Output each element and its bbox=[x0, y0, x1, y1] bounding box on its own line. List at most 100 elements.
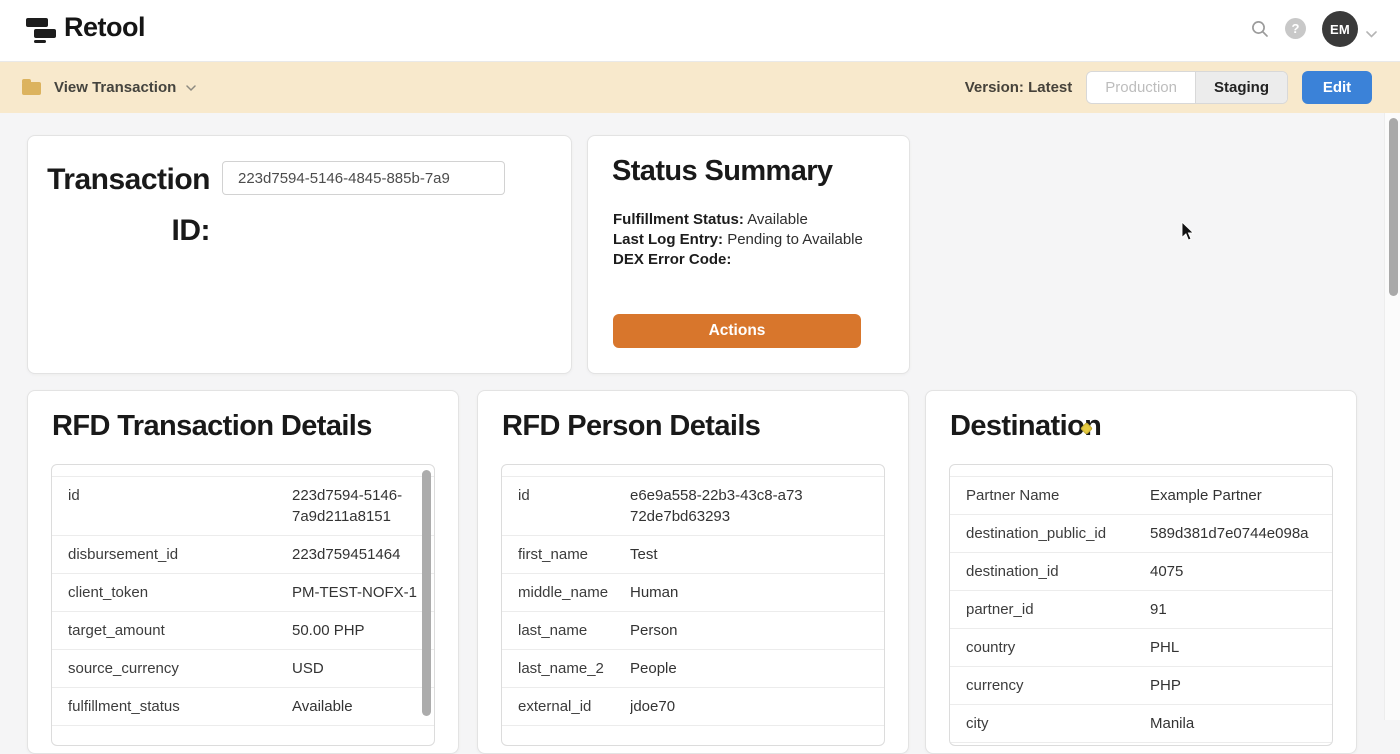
row-value: PHL bbox=[1150, 637, 1332, 658]
status-line: DEX Error Code: bbox=[613, 250, 863, 270]
page-scrollbar[interactable] bbox=[1384, 113, 1400, 720]
row-value: 4075 bbox=[1150, 561, 1332, 582]
table-scrollbar-thumb[interactable] bbox=[422, 470, 431, 716]
table-top-strip bbox=[502, 465, 884, 477]
destination-title: Destination bbox=[950, 410, 1101, 443]
environment-switcher: Production Staging bbox=[1086, 71, 1288, 104]
app-toolbar: View Transaction Version: Latest Product… bbox=[0, 61, 1400, 113]
row-value: e6e9a558-22b3-43c8-a73 72de7bd63293 bbox=[630, 485, 884, 527]
row-key: id bbox=[68, 485, 292, 506]
row-key: Partner Name bbox=[966, 485, 1150, 506]
destination-panel: Destination Partner NameExample Partner … bbox=[925, 390, 1357, 754]
row-value: 50.00 PHP bbox=[292, 620, 434, 641]
status-line: Last Log Entry: Pending to Available bbox=[613, 230, 863, 250]
version-label: Version: Latest bbox=[965, 79, 1073, 96]
account-chevron-down-icon[interactable] bbox=[1366, 25, 1377, 43]
brand-title: Retool bbox=[64, 12, 145, 43]
table-row: id223d7594-5146- 7a9d211a8151 bbox=[52, 477, 434, 536]
transaction-details-table: id223d7594-5146- 7a9d211a8151 disburseme… bbox=[51, 464, 435, 746]
row-key: middle_name bbox=[518, 582, 630, 603]
row-key: client_token bbox=[68, 582, 292, 603]
row-key: disbursement_id bbox=[68, 544, 292, 565]
row-key: city bbox=[966, 713, 1150, 734]
retool-logo-icon bbox=[26, 16, 56, 44]
row-key: target_amount bbox=[68, 620, 292, 641]
row-key: destination_public_id bbox=[966, 523, 1150, 544]
rfd-person-details-panel: RFD Person Details ide6e9a558-22b3-43c8-… bbox=[477, 390, 909, 754]
row-key: external_id bbox=[518, 696, 630, 717]
row-key: partner_id bbox=[966, 599, 1150, 620]
actions-button[interactable]: Actions bbox=[613, 314, 861, 348]
avatar[interactable]: EM bbox=[1322, 11, 1358, 47]
status-value: Available bbox=[747, 211, 808, 228]
mouse-cursor-icon bbox=[1181, 222, 1196, 248]
top-header: Retool ? EM bbox=[0, 0, 1400, 62]
row-key: last_name bbox=[518, 620, 630, 641]
status-summary-title: Status Summary bbox=[612, 155, 832, 188]
table-row: partner_id91 bbox=[950, 591, 1332, 629]
env-staging-button[interactable]: Staging bbox=[1195, 72, 1287, 103]
person-details-table: ide6e9a558-22b3-43c8-a73 72de7bd63293 fi… bbox=[501, 464, 885, 746]
destination-table: Partner NameExample Partner destination_… bbox=[949, 464, 1333, 746]
row-value: Manila bbox=[1150, 713, 1332, 734]
table-row: destination_id4075 bbox=[950, 553, 1332, 591]
status-label: Fulfillment Status: bbox=[613, 211, 744, 228]
table-row: currencyPHP bbox=[950, 667, 1332, 705]
app-chevron-down-icon[interactable] bbox=[186, 79, 196, 97]
row-value: Example Partner bbox=[1150, 485, 1332, 506]
app-name-dropdown[interactable]: View Transaction bbox=[54, 79, 176, 96]
edit-button[interactable]: Edit bbox=[1302, 71, 1372, 104]
table-row: destination_public_id589d381d7e0744e098a bbox=[950, 515, 1332, 553]
table-row: external_idjdoe70 bbox=[502, 688, 884, 726]
row-key: last_name_2 bbox=[518, 658, 630, 679]
row-key: country bbox=[966, 637, 1150, 658]
status-fields: Fulfillment Status: Available Last Log E… bbox=[613, 210, 863, 270]
row-value: Available bbox=[292, 696, 434, 717]
row-value: Human bbox=[630, 582, 884, 603]
row-value: 589d381d7e0744e098a bbox=[1150, 523, 1332, 544]
table-row: cityManila bbox=[950, 705, 1332, 743]
table-row: middle_nameHuman bbox=[502, 574, 884, 612]
row-value: 223d759451464 bbox=[292, 544, 434, 565]
row-value: Person bbox=[630, 620, 884, 641]
row-key: destination_id bbox=[966, 561, 1150, 582]
row-value: 223d7594-5146- 7a9d211a8151 bbox=[292, 485, 434, 527]
table-row: target_amount50.00 PHP bbox=[52, 612, 434, 650]
row-key: currency bbox=[966, 675, 1150, 696]
table-row: source_currencyUSD bbox=[52, 650, 434, 688]
table-row: first_nameTest bbox=[502, 536, 884, 574]
row-key: id bbox=[518, 485, 630, 506]
help-icon[interactable]: ? bbox=[1285, 18, 1306, 39]
table-row: ide6e9a558-22b3-43c8-a73 72de7bd63293 bbox=[502, 477, 884, 536]
table-row: client_tokenPM-TEST-NOFX-1 bbox=[52, 574, 434, 612]
rfd-transaction-details-panel: RFD Transaction Details id223d7594-5146-… bbox=[27, 390, 459, 754]
env-production-button[interactable]: Production bbox=[1087, 72, 1195, 103]
row-value: Test bbox=[630, 544, 884, 565]
table-top-strip bbox=[52, 465, 434, 477]
row-value: PM-TEST-NOFX-1 bbox=[292, 582, 434, 603]
row-key: fulfillment_status bbox=[68, 696, 292, 717]
page-scrollbar-thumb[interactable] bbox=[1389, 118, 1398, 296]
transaction-id-panel: Transaction ID: bbox=[27, 135, 572, 374]
table-row: fulfillment_statusAvailable bbox=[52, 688, 434, 726]
rfd-transaction-details-title: RFD Transaction Details bbox=[52, 410, 372, 443]
folder-icon bbox=[22, 82, 41, 95]
row-key: first_name bbox=[518, 544, 630, 565]
status-label: Last Log Entry: bbox=[613, 231, 723, 248]
row-value: 91 bbox=[1150, 599, 1332, 620]
row-value: jdoe70 bbox=[630, 696, 884, 717]
row-key: source_currency bbox=[68, 658, 292, 679]
table-row: last_name_2People bbox=[502, 650, 884, 688]
row-value: PHP bbox=[1150, 675, 1332, 696]
search-icon[interactable] bbox=[1250, 19, 1270, 39]
status-line: Fulfillment Status: Available bbox=[613, 210, 863, 230]
rfd-person-details-title: RFD Person Details bbox=[502, 410, 760, 443]
row-value: People bbox=[630, 658, 884, 679]
transaction-id-input[interactable] bbox=[222, 161, 505, 195]
help-glyph: ? bbox=[1292, 21, 1300, 36]
status-summary-panel: Status Summary Fulfillment Status: Avail… bbox=[587, 135, 910, 374]
table-row: disbursement_id223d759451464 bbox=[52, 536, 434, 574]
table-top-strip bbox=[950, 465, 1332, 477]
table-row: Partner NameExample Partner bbox=[950, 477, 1332, 515]
table-row: countryPHL bbox=[950, 629, 1332, 667]
